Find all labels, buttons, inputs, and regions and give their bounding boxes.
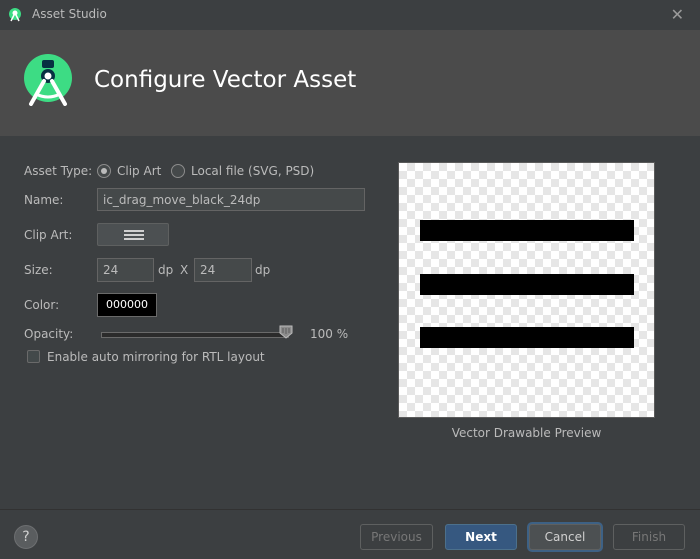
footer-divider	[0, 509, 700, 510]
rtl-mirroring-checkbox[interactable]	[27, 350, 40, 363]
previous-button[interactable]: Previous	[360, 524, 433, 550]
help-button[interactable]: ?	[14, 525, 38, 549]
close-icon[interactable]: ✕	[671, 5, 684, 24]
page-title: Configure Vector Asset	[94, 67, 357, 93]
vector-drawable-preview	[398, 162, 655, 418]
size-height-input[interactable]	[194, 258, 252, 282]
color-label: Color:	[24, 298, 60, 312]
preview-icon-bar-bottom	[420, 327, 634, 348]
size-height-unit: dp	[255, 263, 271, 277]
size-label: Size:	[24, 263, 53, 277]
preview-icon-bar-middle	[420, 274, 634, 295]
android-studio-logo-icon	[24, 54, 72, 106]
window-title: Asset Studio	[32, 7, 107, 21]
preview-icon-bar-top	[420, 220, 634, 241]
color-picker-button[interactable]: 000000	[97, 293, 157, 317]
opacity-value: 100 %	[310, 327, 349, 341]
next-button[interactable]: Next	[445, 524, 517, 550]
size-separator: X	[180, 263, 189, 277]
clip-art-radio[interactable]	[97, 164, 111, 178]
rtl-mirroring-label[interactable]: Enable auto mirroring for RTL layout	[47, 350, 265, 364]
opacity-label: Opacity:	[24, 327, 74, 341]
asset-type-label: Asset Type:	[24, 164, 93, 178]
opacity-slider-thumb[interactable]	[279, 325, 293, 339]
name-label: Name:	[24, 193, 64, 207]
dialog-header: Configure Vector Asset	[0, 30, 700, 136]
local-file-radio[interactable]	[171, 164, 185, 178]
name-input[interactable]	[97, 188, 365, 211]
clip-art-button[interactable]	[97, 223, 169, 246]
size-width-input[interactable]	[97, 258, 154, 282]
title-bar: Asset Studio ✕	[0, 0, 700, 30]
android-studio-icon	[9, 8, 21, 22]
opacity-slider-track[interactable]	[101, 332, 289, 338]
preview-caption: Vector Drawable Preview	[451, 426, 602, 440]
clip-art-label: Clip Art:	[24, 228, 73, 242]
size-width-unit: dp	[158, 263, 174, 277]
cancel-button[interactable]: Cancel	[529, 524, 601, 550]
clip-art-radio-label[interactable]: Clip Art	[117, 164, 161, 178]
local-file-radio-label[interactable]: Local file (SVG, PSD)	[191, 164, 314, 178]
finish-button[interactable]: Finish	[613, 524, 685, 550]
